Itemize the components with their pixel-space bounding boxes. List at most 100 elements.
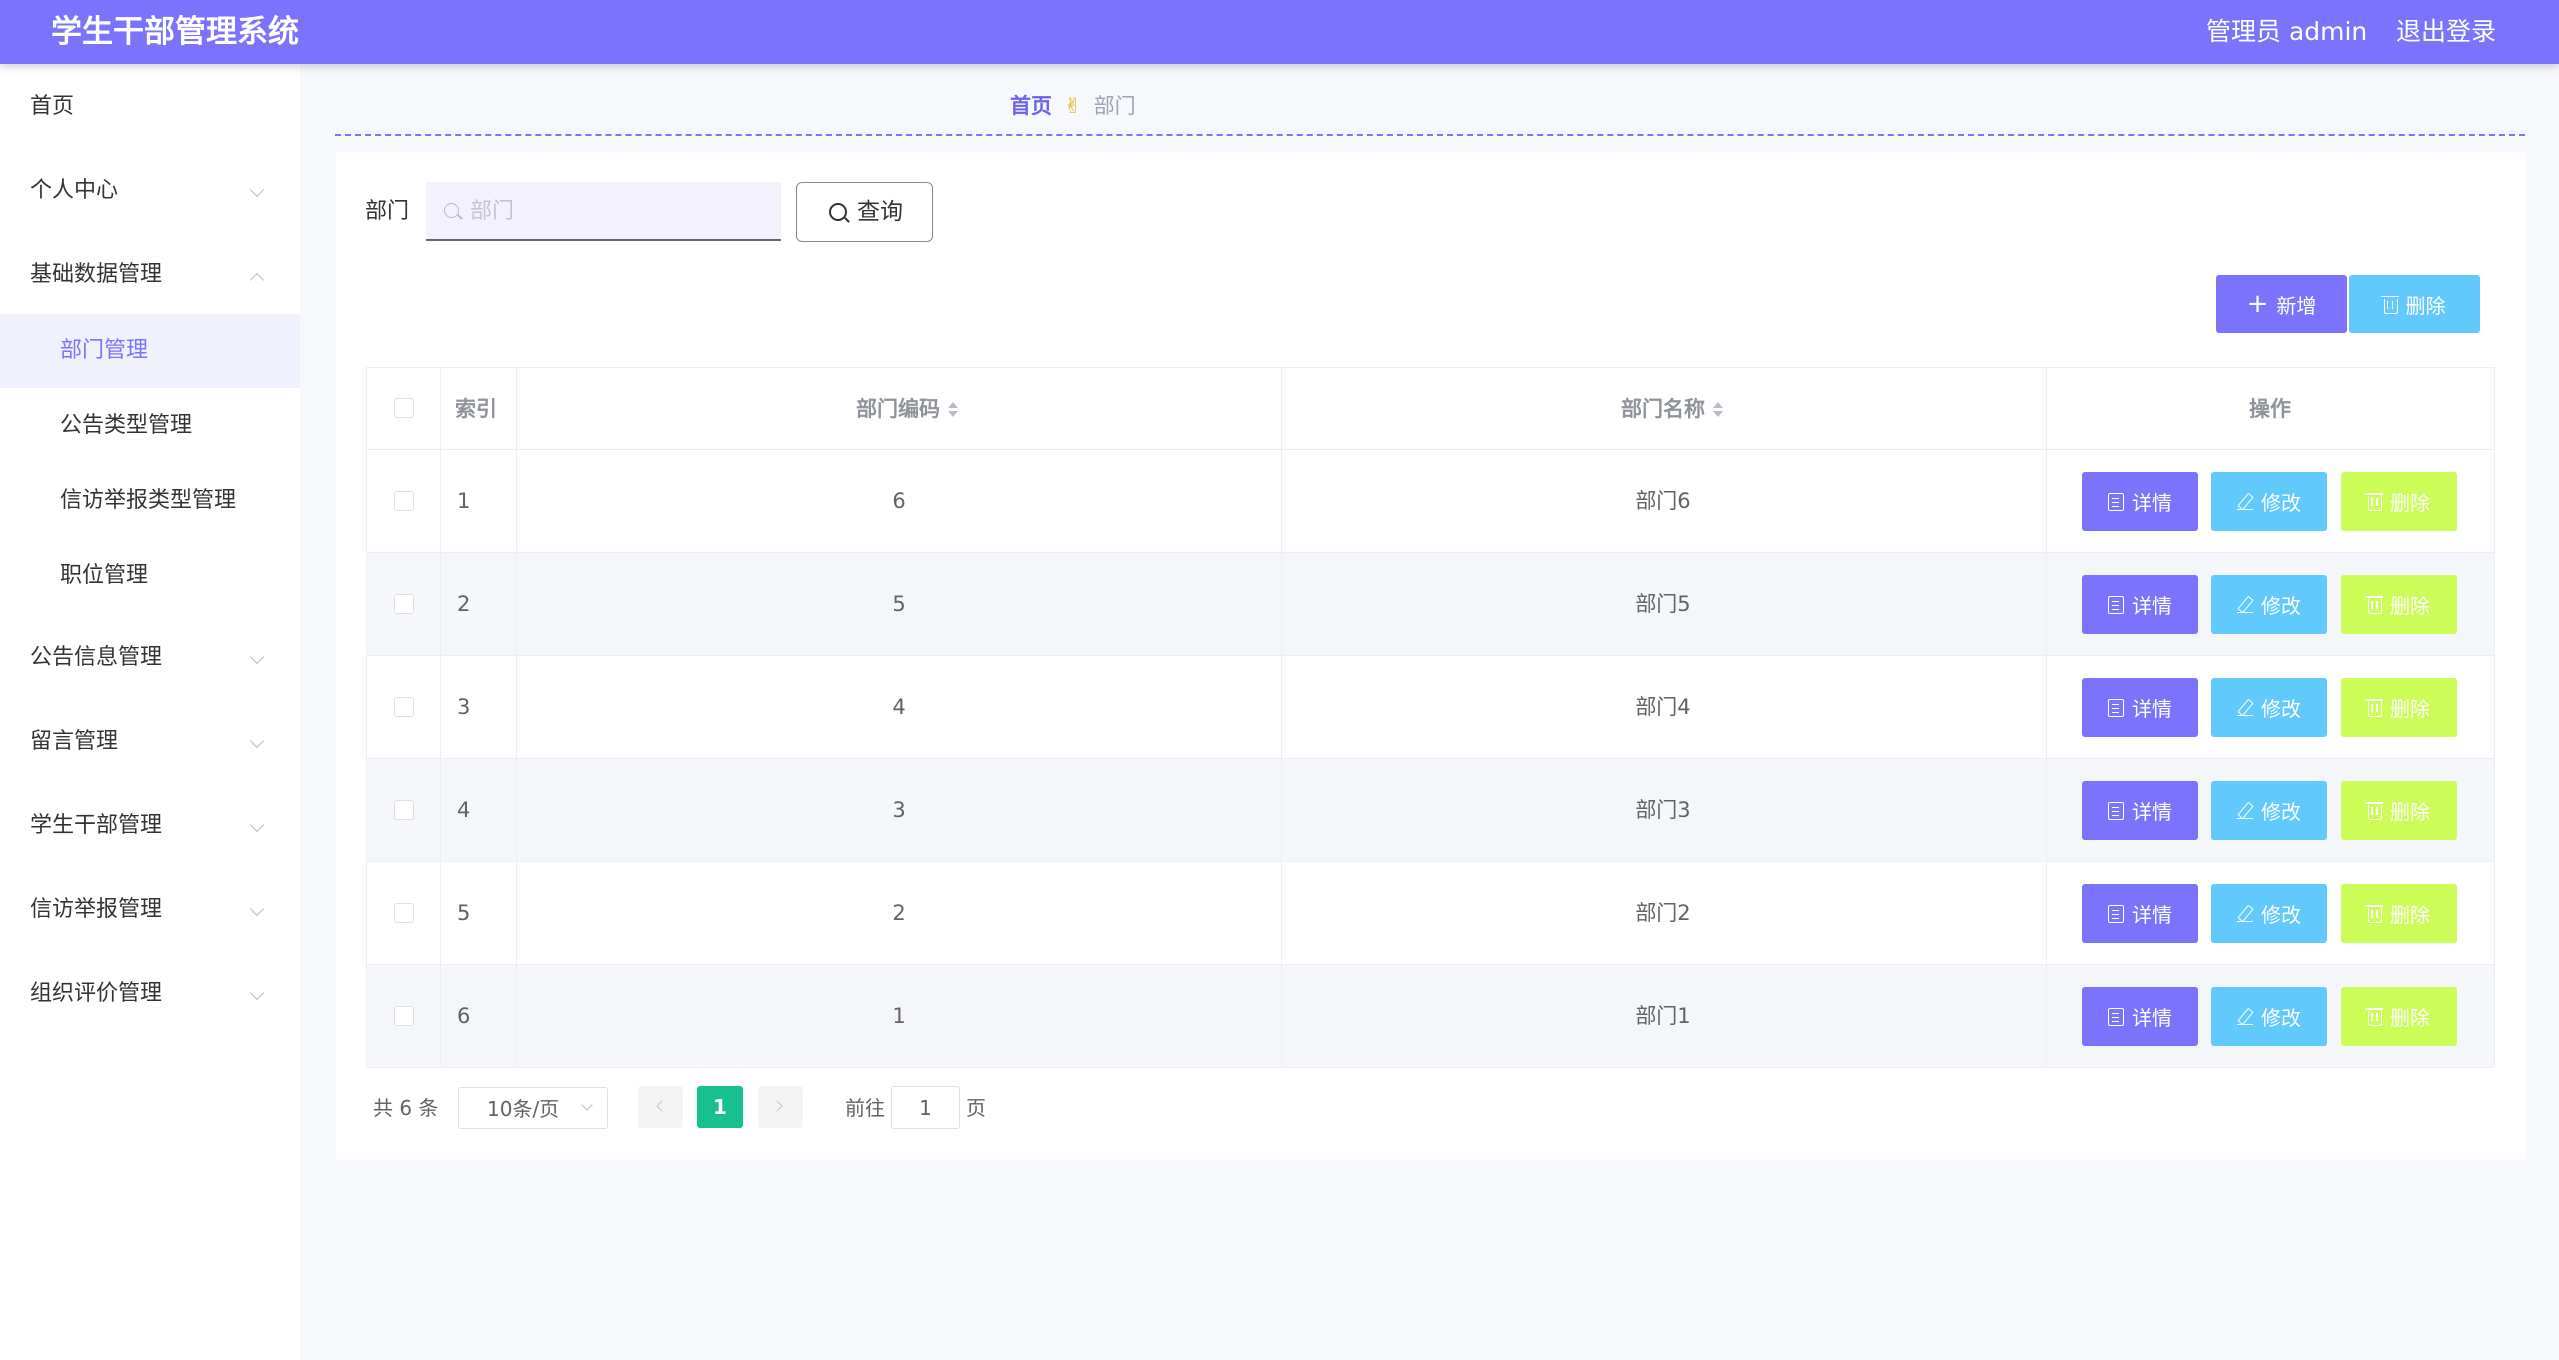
header-name-label: 部门名称	[1621, 397, 1705, 421]
row-checkbox[interactable]	[394, 697, 414, 717]
sidebar-subitem-notice-type[interactable]: 公告类型管理	[0, 389, 300, 463]
search-field[interactable]	[426, 182, 781, 241]
table-row: 1 6 部门6 详情 修改 删除	[367, 450, 2494, 553]
document-icon	[2108, 698, 2124, 717]
edit-button[interactable]: 修改	[2211, 472, 2327, 531]
detail-button[interactable]: 详情	[2082, 781, 2198, 840]
chevron-down-icon	[249, 985, 265, 1001]
cell-index: 3	[457, 695, 471, 719]
breadcrumb-divider	[335, 134, 2525, 136]
edit-label: 修改	[2261, 491, 2301, 515]
edit-button[interactable]: 修改	[2211, 987, 2327, 1046]
query-button[interactable]: 查询	[796, 182, 933, 242]
detail-label: 详情	[2132, 1006, 2172, 1030]
delete-button[interactable]: 删除	[2341, 472, 2457, 531]
detail-label: 详情	[2132, 491, 2172, 515]
sidebar-item-personal[interactable]: 个人中心	[0, 153, 300, 229]
sidebar-item-petition[interactable]: 信访举报管理	[0, 872, 300, 948]
breadcrumb-current: 部门	[1093, 94, 1136, 118]
sidebar-item-evaluation[interactable]: 组织评价管理	[0, 956, 300, 1032]
cell-code: 4	[892, 695, 906, 719]
detail-button[interactable]: 详情	[2082, 472, 2198, 531]
edit-label: 修改	[2261, 594, 2301, 618]
table-row: 2 5 部门5 详情 修改 删除	[367, 553, 2494, 656]
row-checkbox[interactable]	[394, 800, 414, 820]
delete-label: 删除	[2390, 903, 2430, 927]
sidebar-subitem-label: 职位管理	[60, 563, 149, 588]
cell-index: 5	[457, 901, 471, 925]
sort-icon[interactable]	[948, 401, 958, 419]
row-checkbox[interactable]	[394, 903, 414, 923]
detail-button[interactable]: 详情	[2082, 678, 2198, 737]
header-ops: 操作	[2249, 397, 2291, 421]
plus-icon: +	[2246, 289, 2269, 319]
cell-name: 部门6	[1635, 489, 1691, 513]
cell-name: 部门1	[1635, 1004, 1691, 1028]
breadcrumb-home[interactable]: 首页	[1010, 94, 1052, 118]
sort-icon[interactable]	[1713, 401, 1723, 419]
add-button-label: 新增	[2276, 293, 2317, 318]
edit-label: 修改	[2261, 1006, 2301, 1030]
sidebar-item-notice[interactable]: 公告信息管理	[0, 620, 300, 696]
row-checkbox[interactable]	[394, 491, 414, 511]
sidebar-subitem-petition-type[interactable]: 信访举报类型管理	[0, 464, 300, 538]
page-number-current[interactable]: 1	[697, 1086, 743, 1128]
detail-label: 详情	[2132, 594, 2172, 618]
header-code[interactable]: 部门编码	[856, 393, 958, 425]
edit-icon	[2237, 802, 2253, 820]
delete-button[interactable]: 删除	[2341, 678, 2457, 737]
sidebar-subitem-label: 公告类型管理	[60, 413, 193, 438]
edit-icon	[2237, 596, 2253, 614]
department-search-input[interactable]	[470, 194, 770, 228]
app-title: 学生干部管理系统	[51, 14, 299, 50]
search-icon	[444, 203, 459, 218]
edit-button[interactable]: 修改	[2211, 781, 2327, 840]
sidebar-item-cadre[interactable]: 学生干部管理	[0, 788, 300, 864]
detail-label: 详情	[2132, 800, 2172, 824]
detail-button[interactable]: 详情	[2082, 987, 2198, 1046]
delete-button[interactable]: 删除	[2341, 781, 2457, 840]
batch-delete-label: 删除	[2405, 293, 2446, 318]
edit-icon	[2237, 699, 2253, 717]
detail-button[interactable]: 详情	[2082, 884, 2198, 943]
page-size-select[interactable]: 10条/页	[458, 1087, 608, 1129]
goto-label: 前往	[845, 1096, 885, 1120]
delete-button[interactable]: 删除	[2341, 575, 2457, 634]
batch-delete-button[interactable]: 删除	[2349, 275, 2480, 333]
edit-button[interactable]: 修改	[2211, 884, 2327, 943]
delete-button[interactable]: 删除	[2341, 987, 2457, 1046]
delete-button[interactable]: 删除	[2341, 884, 2457, 943]
edit-button[interactable]: 修改	[2211, 575, 2327, 634]
table-row: 5 2 部门2 详情 修改 删除	[367, 862, 2494, 965]
select-all-checkbox[interactable]	[394, 398, 414, 418]
next-page-button[interactable]	[758, 1086, 803, 1128]
cell-index: 4	[457, 798, 471, 822]
document-icon	[2108, 1007, 2124, 1026]
detail-button[interactable]: 详情	[2082, 575, 2198, 634]
hand-icon: ✌	[1064, 94, 1082, 118]
goto-page-input[interactable]	[891, 1086, 960, 1129]
chevron-down-icon	[249, 901, 265, 917]
sidebar-item-basic-data[interactable]: 基础数据管理	[0, 237, 300, 313]
edit-button[interactable]: 修改	[2211, 678, 2327, 737]
chevron-right-icon	[771, 1100, 783, 1112]
logout-button[interactable]: 退出登录	[2396, 16, 2496, 48]
header-name[interactable]: 部门名称	[1621, 393, 1723, 425]
row-checkbox[interactable]	[394, 594, 414, 614]
sidebar: 首页 个人中心 基础数据管理 部门管理 公告类型管理 信访举报类型管理 职位管理…	[0, 64, 300, 1360]
row-checkbox[interactable]	[394, 1006, 414, 1026]
edit-label: 修改	[2261, 800, 2301, 824]
sidebar-subitem-position[interactable]: 职位管理	[0, 539, 300, 613]
sidebar-item-message[interactable]: 留言管理	[0, 704, 300, 780]
trash-icon	[2365, 596, 2383, 614]
chevron-left-icon	[656, 1100, 668, 1112]
chevron-down-icon	[249, 817, 265, 833]
header-code-label: 部门编码	[856, 397, 940, 421]
sidebar-item-home[interactable]: 首页	[0, 69, 300, 145]
prev-page-button[interactable]	[638, 1086, 683, 1128]
sidebar-subitem-department[interactable]: 部门管理	[0, 314, 300, 388]
add-button[interactable]: + 新增	[2216, 275, 2347, 333]
trash-icon	[2365, 699, 2383, 717]
sidebar-item-label: 学生干部管理	[30, 813, 163, 838]
chevron-up-icon	[249, 272, 265, 288]
